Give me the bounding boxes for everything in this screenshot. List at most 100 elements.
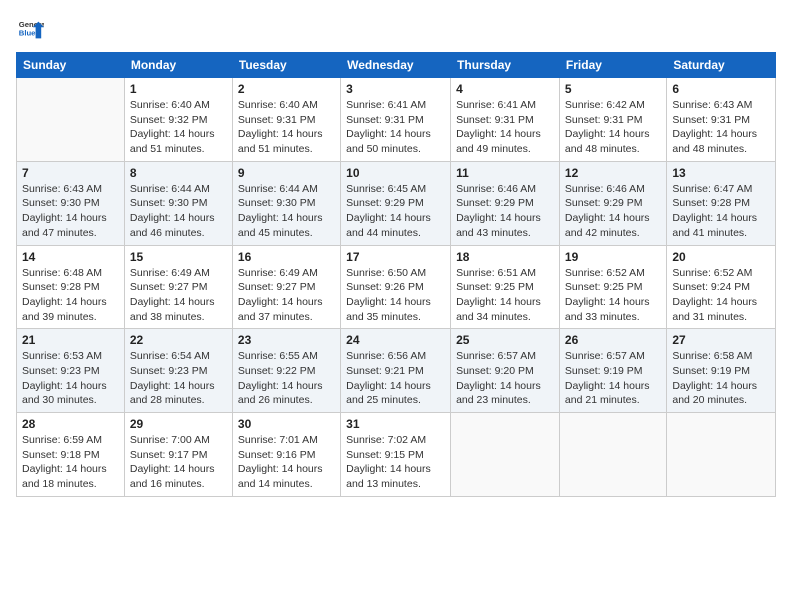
day-number: 26 — [565, 333, 661, 347]
calendar-day-cell: 4 Sunrise: 6:41 AM Sunset: 9:31 PM Daylig… — [451, 78, 560, 162]
weekday-header-friday: Friday — [559, 53, 666, 78]
calendar-table: SundayMondayTuesdayWednesdayThursdayFrid… — [16, 52, 776, 497]
day-number: 28 — [22, 417, 119, 431]
calendar-day-cell: 7 Sunrise: 6:43 AM Sunset: 9:30 PM Daylig… — [17, 161, 125, 245]
weekday-header-thursday: Thursday — [451, 53, 560, 78]
day-info: Sunrise: 7:02 AM Sunset: 9:15 PM Dayligh… — [346, 433, 445, 492]
weekday-header-monday: Monday — [124, 53, 232, 78]
day-number: 17 — [346, 250, 445, 264]
day-info: Sunrise: 6:57 AM Sunset: 9:19 PM Dayligh… — [565, 349, 661, 408]
day-number: 9 — [238, 166, 335, 180]
day-info: Sunrise: 6:40 AM Sunset: 9:31 PM Dayligh… — [238, 98, 335, 157]
weekday-header-sunday: Sunday — [17, 53, 125, 78]
day-number: 5 — [565, 82, 661, 96]
day-number: 21 — [22, 333, 119, 347]
day-number: 6 — [672, 82, 770, 96]
day-info: Sunrise: 6:55 AM Sunset: 9:22 PM Dayligh… — [238, 349, 335, 408]
calendar-day-cell: 6 Sunrise: 6:43 AM Sunset: 9:31 PM Daylig… — [667, 78, 776, 162]
calendar-day-cell: 9Sunrise: 6:44 AM Sunset: 9:30 PM Daylig… — [232, 161, 340, 245]
day-info: Sunrise: 6:58 AM Sunset: 9:19 PM Dayligh… — [672, 349, 770, 408]
calendar-day-cell: 10 Sunrise: 6:45 AM Sunset: 9:29 PM Dayli… — [341, 161, 451, 245]
day-info: Sunrise: 6:46 AM Sunset: 9:29 PM Dayligh… — [565, 182, 661, 241]
calendar-day-cell: 29Sunrise: 7:00 AM Sunset: 9:17 PM Dayli… — [124, 413, 232, 497]
calendar-day-cell: 8Sunrise: 6:44 AM Sunset: 9:30 PM Daylig… — [124, 161, 232, 245]
weekday-header-saturday: Saturday — [667, 53, 776, 78]
day-number: 31 — [346, 417, 445, 431]
calendar-week-row: 7 Sunrise: 6:43 AM Sunset: 9:30 PM Daylig… — [17, 161, 776, 245]
calendar-day-cell: 16 Sunrise: 6:49 AM Sunset: 9:27 PM Dayli… — [232, 245, 340, 329]
day-info: Sunrise: 6:41 AM Sunset: 9:31 PM Dayligh… — [456, 98, 554, 157]
calendar-day-cell: 23Sunrise: 6:55 AM Sunset: 9:22 PM Dayli… — [232, 329, 340, 413]
day-number: 13 — [672, 166, 770, 180]
day-number: 4 — [456, 82, 554, 96]
day-number: 15 — [130, 250, 227, 264]
day-info: Sunrise: 6:47 AM Sunset: 9:28 PM Dayligh… — [672, 182, 770, 241]
day-info: Sunrise: 6:50 AM Sunset: 9:26 PM Dayligh… — [346, 266, 445, 325]
day-info: Sunrise: 6:42 AM Sunset: 9:31 PM Dayligh… — [565, 98, 661, 157]
day-number: 11 — [456, 166, 554, 180]
day-number: 10 — [346, 166, 445, 180]
calendar-day-cell — [559, 413, 666, 497]
day-number: 2 — [238, 82, 335, 96]
calendar-day-cell: 25 Sunrise: 6:57 AM Sunset: 9:20 PM Dayli… — [451, 329, 560, 413]
day-number: 18 — [456, 250, 554, 264]
weekday-header-tuesday: Tuesday — [232, 53, 340, 78]
day-info: Sunrise: 6:43 AM Sunset: 9:30 PM Dayligh… — [22, 182, 119, 241]
day-number: 8 — [130, 166, 227, 180]
day-number: 22 — [130, 333, 227, 347]
page-header: General Blue — [16, 16, 776, 44]
day-info: Sunrise: 6:51 AM Sunset: 9:25 PM Dayligh… — [456, 266, 554, 325]
svg-text:Blue: Blue — [19, 29, 36, 38]
calendar-day-cell: 2 Sunrise: 6:40 AM Sunset: 9:31 PM Daylig… — [232, 78, 340, 162]
day-info: Sunrise: 6:54 AM Sunset: 9:23 PM Dayligh… — [130, 349, 227, 408]
calendar-day-cell — [451, 413, 560, 497]
calendar-day-cell: 13 Sunrise: 6:47 AM Sunset: 9:28 PM Dayli… — [667, 161, 776, 245]
calendar-day-cell: 11 Sunrise: 6:46 AM Sunset: 9:29 PM Dayli… — [451, 161, 560, 245]
day-number: 14 — [22, 250, 119, 264]
calendar-day-cell: 26 Sunrise: 6:57 AM Sunset: 9:19 PM Dayli… — [559, 329, 666, 413]
calendar-day-cell: 18 Sunrise: 6:51 AM Sunset: 9:25 PM Dayli… — [451, 245, 560, 329]
day-info: Sunrise: 6:53 AM Sunset: 9:23 PM Dayligh… — [22, 349, 119, 408]
calendar-day-cell: 27Sunrise: 6:58 AM Sunset: 9:19 PM Dayli… — [667, 329, 776, 413]
day-number: 16 — [238, 250, 335, 264]
day-info: Sunrise: 6:45 AM Sunset: 9:29 PM Dayligh… — [346, 182, 445, 241]
day-number: 25 — [456, 333, 554, 347]
calendar-week-row: 28 Sunrise: 6:59 AM Sunset: 9:18 PM Dayli… — [17, 413, 776, 497]
day-number: 1 — [130, 82, 227, 96]
day-number: 12 — [565, 166, 661, 180]
day-info: Sunrise: 6:52 AM Sunset: 9:25 PM Dayligh… — [565, 266, 661, 325]
day-info: Sunrise: 6:46 AM Sunset: 9:29 PM Dayligh… — [456, 182, 554, 241]
day-info: Sunrise: 6:49 AM Sunset: 9:27 PM Dayligh… — [238, 266, 335, 325]
day-number: 3 — [346, 82, 445, 96]
day-info: Sunrise: 6:49 AM Sunset: 9:27 PM Dayligh… — [130, 266, 227, 325]
calendar-day-cell: 31 Sunrise: 7:02 AM Sunset: 9:15 PM Dayli… — [341, 413, 451, 497]
day-number: 24 — [346, 333, 445, 347]
calendar-day-cell: 21 Sunrise: 6:53 AM Sunset: 9:23 PM Dayli… — [17, 329, 125, 413]
calendar-day-cell: 5 Sunrise: 6:42 AM Sunset: 9:31 PM Daylig… — [559, 78, 666, 162]
day-info: Sunrise: 6:56 AM Sunset: 9:21 PM Dayligh… — [346, 349, 445, 408]
calendar-week-row: 1 Sunrise: 6:40 AM Sunset: 9:32 PM Daylig… — [17, 78, 776, 162]
day-info: Sunrise: 7:00 AM Sunset: 9:17 PM Dayligh… — [130, 433, 227, 492]
day-info: Sunrise: 6:48 AM Sunset: 9:28 PM Dayligh… — [22, 266, 119, 325]
calendar-week-row: 14 Sunrise: 6:48 AM Sunset: 9:28 PM Dayli… — [17, 245, 776, 329]
weekday-header-wednesday: Wednesday — [341, 53, 451, 78]
day-info: Sunrise: 6:59 AM Sunset: 9:18 PM Dayligh… — [22, 433, 119, 492]
day-info: Sunrise: 6:40 AM Sunset: 9:32 PM Dayligh… — [130, 98, 227, 157]
day-number: 30 — [238, 417, 335, 431]
day-info: Sunrise: 7:01 AM Sunset: 9:16 PM Dayligh… — [238, 433, 335, 492]
calendar-day-cell: 14 Sunrise: 6:48 AM Sunset: 9:28 PM Dayli… — [17, 245, 125, 329]
calendar-day-cell: 3 Sunrise: 6:41 AM Sunset: 9:31 PM Daylig… — [341, 78, 451, 162]
day-info: Sunrise: 6:57 AM Sunset: 9:20 PM Dayligh… — [456, 349, 554, 408]
day-number: 7 — [22, 166, 119, 180]
calendar-day-cell: 1 Sunrise: 6:40 AM Sunset: 9:32 PM Daylig… — [124, 78, 232, 162]
calendar-day-cell — [667, 413, 776, 497]
calendar-day-cell: 15 Sunrise: 6:49 AM Sunset: 9:27 PM Dayli… — [124, 245, 232, 329]
calendar-day-cell: 30 Sunrise: 7:01 AM Sunset: 9:16 PM Dayli… — [232, 413, 340, 497]
day-info: Sunrise: 6:41 AM Sunset: 9:31 PM Dayligh… — [346, 98, 445, 157]
calendar-day-cell: 12 Sunrise: 6:46 AM Sunset: 9:29 PM Dayli… — [559, 161, 666, 245]
day-info: Sunrise: 6:43 AM Sunset: 9:31 PM Dayligh… — [672, 98, 770, 157]
day-number: 19 — [565, 250, 661, 264]
calendar-day-cell: 17 Sunrise: 6:50 AM Sunset: 9:26 PM Dayli… — [341, 245, 451, 329]
calendar-day-cell: 22 Sunrise: 6:54 AM Sunset: 9:23 PM Dayli… — [124, 329, 232, 413]
day-info: Sunrise: 6:52 AM Sunset: 9:24 PM Dayligh… — [672, 266, 770, 325]
